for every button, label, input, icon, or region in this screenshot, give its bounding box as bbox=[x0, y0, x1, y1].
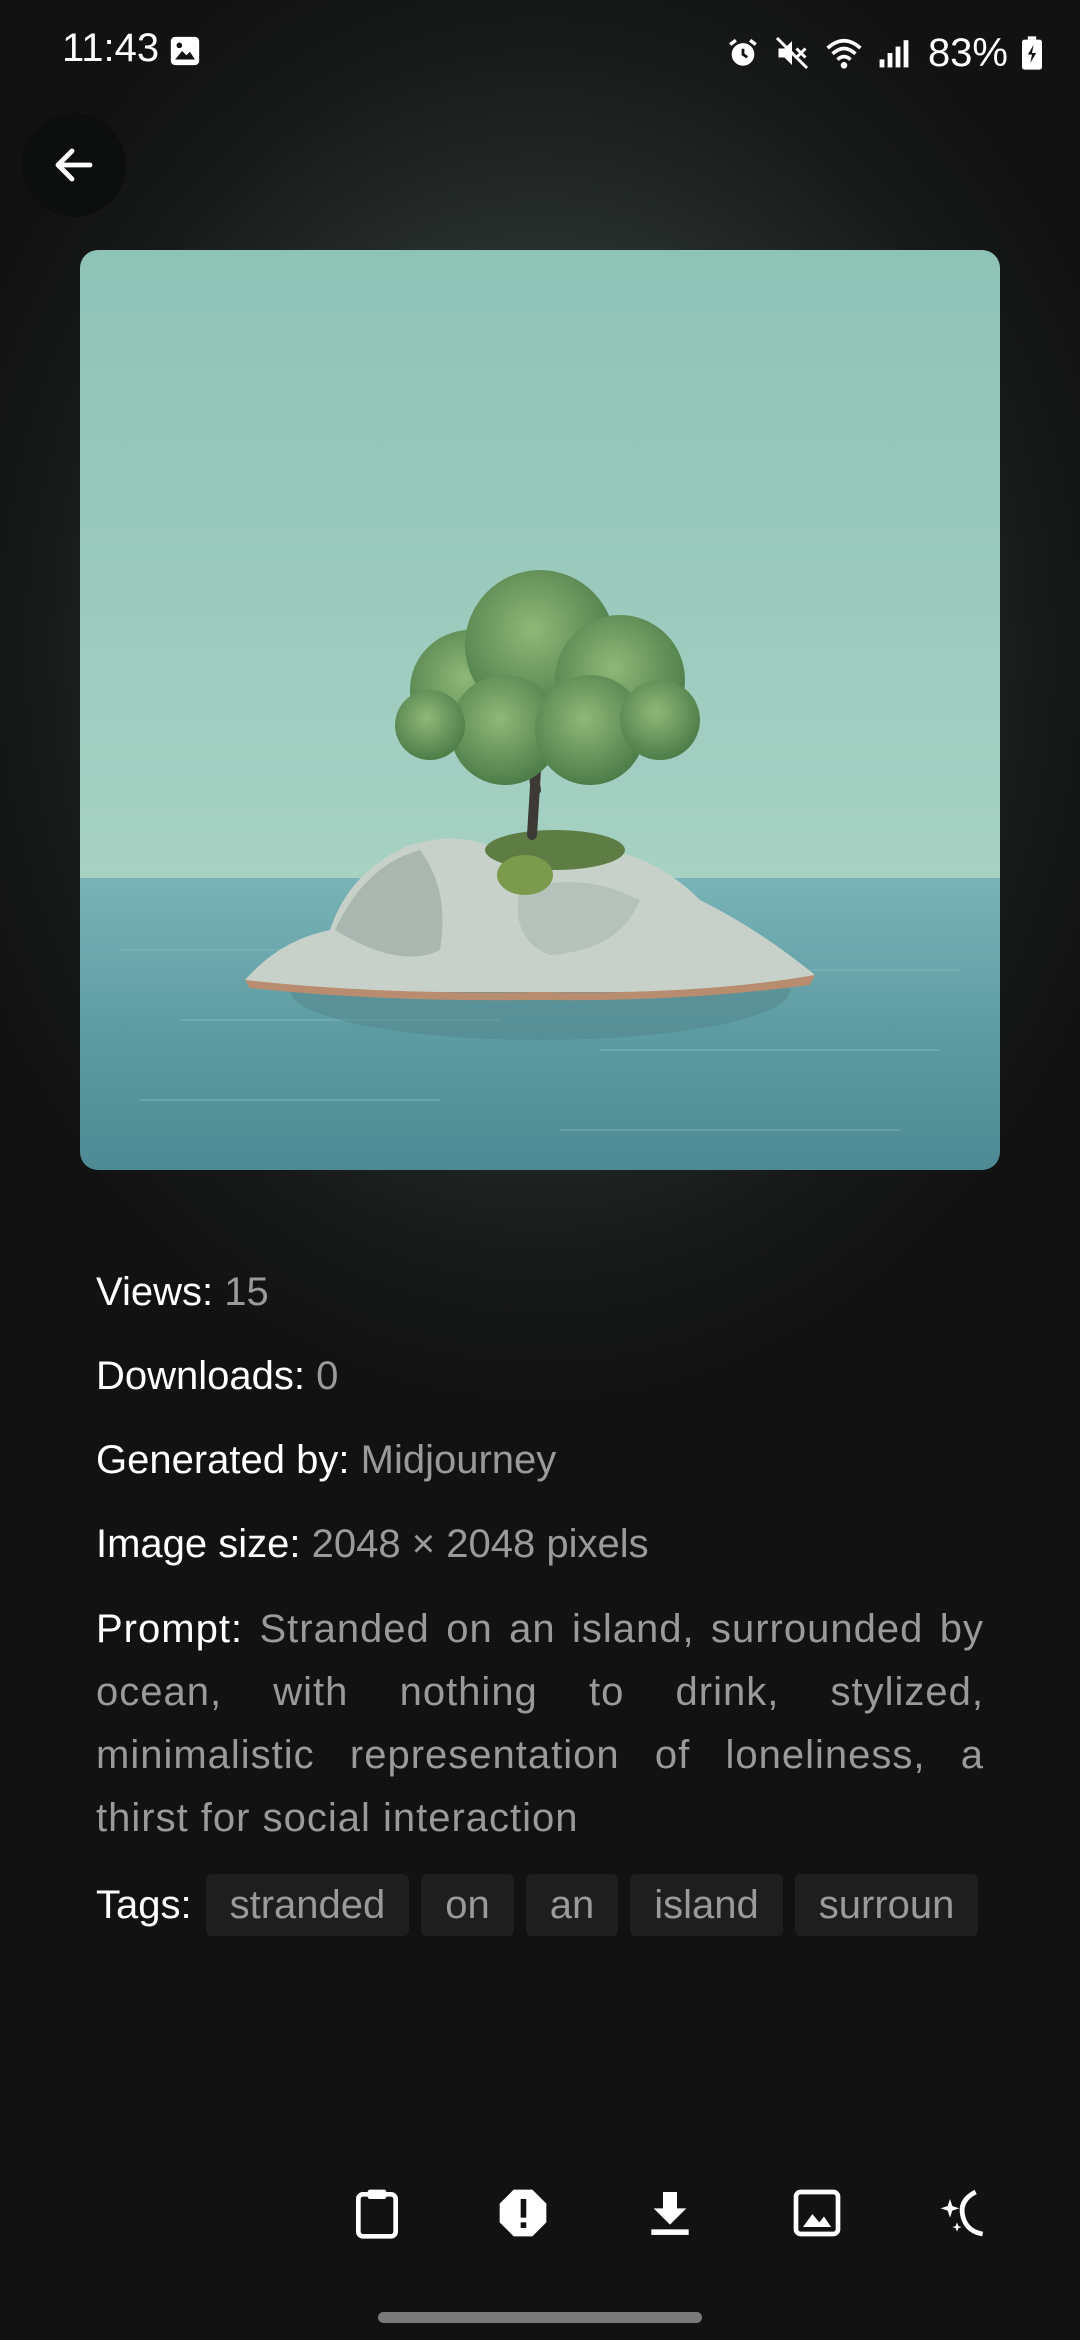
status-bar: 11:43 83% bbox=[0, 0, 1080, 105]
wifi-icon bbox=[826, 38, 862, 69]
image-size-row: Image size: 2048 × 2048 pixels bbox=[96, 1514, 984, 1574]
views-row: Views: 15 bbox=[96, 1262, 984, 1322]
tag-chip[interactable]: an bbox=[525, 1874, 619, 1936]
prompt-row: Prompt: Stranded on an island, surrounde… bbox=[96, 1598, 984, 1850]
home-indicator[interactable] bbox=[378, 2312, 702, 2323]
prompt-label: Prompt: bbox=[96, 1607, 244, 1651]
downloads-value: 0 bbox=[316, 1354, 339, 1398]
battery-icon bbox=[1022, 36, 1042, 70]
report-icon bbox=[499, 2189, 547, 2237]
generated-by-label: Generated by: bbox=[96, 1438, 350, 1482]
arrow-left-icon bbox=[55, 148, 93, 182]
generated-by-value: Midjourney bbox=[360, 1438, 557, 1482]
status-time: 11:43 bbox=[62, 26, 160, 70]
magic-icon bbox=[940, 2189, 984, 2237]
report-button[interactable] bbox=[475, 2165, 571, 2261]
battery-percent: 83% bbox=[927, 30, 1008, 75]
action-bar bbox=[0, 2165, 1080, 2275]
remix-button[interactable] bbox=[916, 2165, 1012, 2261]
status-icons: 83% bbox=[726, 28, 1042, 78]
gallery-icon bbox=[170, 36, 200, 66]
generated-image[interactable] bbox=[80, 250, 1000, 1170]
alarm-icon bbox=[729, 38, 757, 66]
tags-row: Tags: stranded on an island surroun bbox=[96, 1873, 986, 1937]
copy-prompt-button[interactable] bbox=[329, 2165, 425, 2261]
tags-label: Tags: bbox=[96, 1882, 192, 1927]
generated-by-row: Generated by: Midjourney bbox=[96, 1430, 984, 1490]
image-size-label: Image size: bbox=[96, 1522, 301, 1566]
tag-chip[interactable]: island bbox=[630, 1874, 783, 1936]
download-button[interactable] bbox=[622, 2165, 718, 2261]
tree-on-rock-island-photo bbox=[80, 250, 1000, 1170]
set-wallpaper-button[interactable] bbox=[769, 2165, 865, 2261]
image-size-value: 2048 × 2048 pixels bbox=[311, 1522, 649, 1566]
clipboard-icon bbox=[356, 2189, 398, 2239]
tag-chip[interactable]: on bbox=[421, 1874, 514, 1936]
image-details: Views: 15 Downloads: 0 Generated by: Mid… bbox=[96, 1262, 984, 1850]
tag-chip[interactable]: surroun bbox=[794, 1874, 979, 1936]
views-label: Views: bbox=[96, 1270, 214, 1314]
download-icon bbox=[651, 2192, 689, 2235]
mute-icon bbox=[775, 36, 808, 70]
tag-chip[interactable]: stranded bbox=[205, 1874, 410, 1936]
signal-icon bbox=[879, 40, 909, 68]
downloads-label: Downloads: bbox=[96, 1354, 306, 1398]
back-button[interactable] bbox=[22, 113, 126, 217]
downloads-row: Downloads: 0 bbox=[96, 1346, 984, 1406]
image-icon bbox=[793, 2189, 841, 2237]
views-value: 15 bbox=[224, 1270, 269, 1314]
